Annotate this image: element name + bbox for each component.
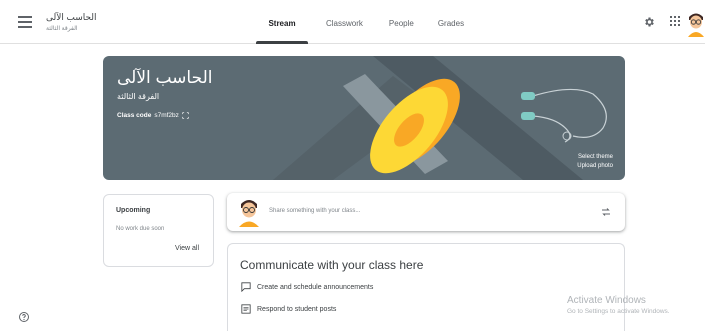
class-name-header[interactable]: الحاسب الآلى الفرقة الثالثة [46, 12, 97, 32]
upload-photo-link[interactable]: Upload photo [577, 162, 613, 171]
upcoming-empty-text: No work due soon [116, 226, 165, 232]
class-code-label: Class code [117, 112, 152, 119]
avatar [239, 200, 259, 227]
share-input[interactable]: Share something with your class... [269, 208, 360, 214]
watermark-line-1: Activate Windows [567, 295, 646, 306]
list-item: Create and schedule announcements [241, 282, 373, 292]
select-theme-link[interactable]: Select theme [577, 153, 613, 162]
tab-stream[interactable]: Stream [256, 0, 308, 44]
class-code: Class code s7mf2bz [117, 112, 189, 119]
banner-class-section: الفرقة الثالثة [117, 92, 160, 101]
gear-icon[interactable] [643, 16, 655, 28]
post-icon [241, 304, 251, 314]
class-banner: الحاسب الآلى الفرقة الثالثة Class code s… [103, 56, 625, 180]
tab-classwork[interactable]: Classwork [316, 0, 373, 44]
tab-bar: Stream Classwork People Grades [256, 0, 474, 44]
communicate-title: Communicate with your class here [240, 258, 424, 272]
menu-icon[interactable] [18, 16, 32, 28]
banner-class-title: الحاسب الآلى [117, 68, 213, 87]
tab-grades[interactable]: Grades [428, 0, 474, 44]
view-all-link[interactable]: View all [175, 245, 199, 252]
chat-bubble-icon [241, 282, 251, 292]
fullscreen-icon[interactable] [182, 112, 189, 119]
apps-grid-icon[interactable] [670, 16, 680, 26]
class-title: الحاسب الآلى [46, 12, 97, 22]
activate-windows-watermark: Activate Windows Go to Settings to activ… [567, 295, 670, 315]
help-icon[interactable] [18, 311, 30, 323]
avatar[interactable] [686, 11, 705, 37]
repost-icon[interactable] [600, 206, 612, 218]
top-app-bar: الحاسب الآلى الفرقة الثالثة Stream Class… [0, 0, 705, 44]
share-box[interactable]: Share something with your class... [227, 193, 625, 231]
watermark-line-2: Go to Settings to activate Windows. [567, 308, 670, 315]
student-posts-text: Respond to student posts [257, 305, 337, 313]
announcements-text: Create and schedule announcements [257, 283, 374, 291]
class-code-value: s7mf2bz [154, 112, 179, 119]
class-section: الفرقة الثالثة [46, 26, 78, 32]
communicate-card: Communicate with your class here Create … [227, 243, 625, 331]
upcoming-card: Upcoming No work due soon View all [103, 194, 214, 267]
upcoming-title: Upcoming [116, 207, 151, 214]
tab-people[interactable]: People [379, 0, 424, 44]
banner-actions: Select theme Upload photo [577, 153, 613, 171]
list-item: Respond to student posts [241, 304, 336, 314]
